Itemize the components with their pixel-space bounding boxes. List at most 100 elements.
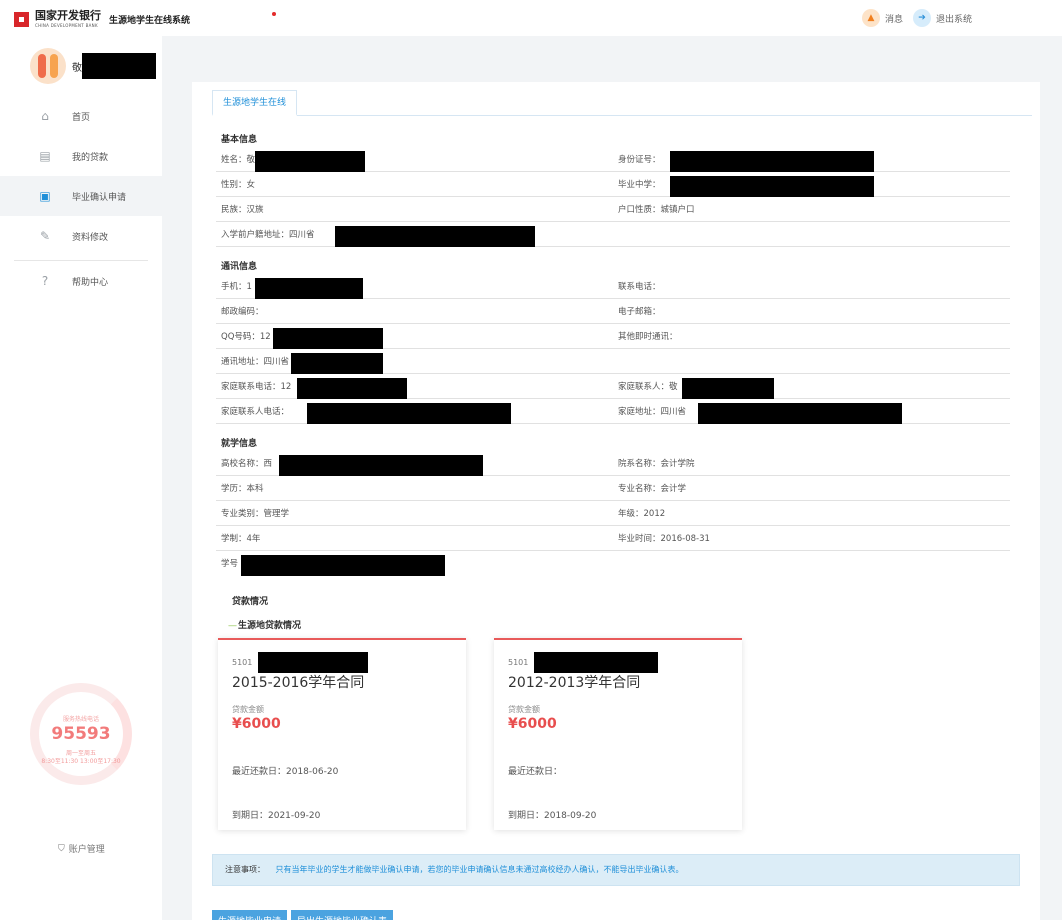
gender-field: 性别：女 [221,180,256,190]
notice-label: 注意事项： [225,865,265,874]
address-field: 通讯地址：四川省 [221,350,383,374]
sidebar-item-label: 资料修改 [72,232,109,243]
qq-value: QQ号码：12 [221,332,271,342]
contract-code: 5101 [508,652,658,673]
export-confirmation-button[interactable]: 导出生源地毕业确认表 [291,910,394,920]
avatar [30,48,66,84]
family-contact-phone-field: 家庭联系人电话： [221,400,511,424]
amount-label: 贷款金额 [232,705,264,714]
section-title-basic: 基本信息 [221,135,258,145]
hukou-address-field: 入学前户籍地址：四川省 [221,223,535,247]
tab-bar: 生源地学生在线 [212,90,1032,116]
sidebar: 敬 ⌂ 首页 ▤ 我的贷款 ▣ 毕业确认申请 ✎ 资料修改 ? 帮助中心 服务热… [0,36,162,920]
family-contact-value: 家庭联系人：敬 [618,382,678,392]
tab-student-online[interactable]: 生源地学生在线 [212,90,298,116]
messages-label: 消息 [884,14,903,25]
hotline-badge: 服务热线电话 95593 周一至周五 8:30至11:30 13:00至17:3… [30,683,132,785]
degree-field: 学历：本科 [221,484,264,494]
brand[interactable]: 国家开发银行 CHINA DEVELOPMENT BANK 生源地学生在线系统 [14,10,190,28]
redacted-block [307,403,511,424]
main-area: 生源地学生在线 基本信息 姓名：敬 身份证号： 性别：女 毕业中学： 民族：汉族… [162,36,1062,920]
address-value: 通讯地址：四川省 [221,357,290,367]
section-title-contact: 通讯信息 [221,262,258,272]
phone-field: 联系电话： [618,282,661,292]
contract-name: 2012-2013学年合同 [508,675,641,691]
messages-button[interactable]: ▲ 消息 [861,9,903,27]
id-number-value: 身份证号： [618,155,661,165]
info-row: 专业类别：管理学 年级：2012 [216,502,1010,526]
contract-code-value: 5101 [508,658,529,667]
hukou-address-value: 入学前户籍地址：四川省 [221,230,315,240]
hotline-hours-days: 周一至周五 [65,750,96,757]
notice-banner: 注意事项： 只有当年毕业的学生才能做毕业确认申请，若您的毕业申请确认信息未通过高… [212,854,1020,886]
redacted-block [682,378,774,399]
sidebar-item-graduation-confirm[interactable]: ▣ 毕业确认申请 [0,176,162,216]
contract-code: 5101 [232,652,368,673]
name-field: 姓名：敬 [221,148,365,172]
amount-value: ¥6000 [232,716,281,732]
loan-card[interactable]: 5101 2015-2016学年合同 贷款金额 ¥6000 最近还款日：2018… [218,638,466,830]
graduation-apply-button[interactable]: 生源地毕业申请 [212,910,288,920]
family-address-value: 家庭地址：四川省 [618,407,687,417]
family-phone-field: 家庭联系电话：12 [221,375,407,399]
sidebar-item-label: 毕业确认申请 [72,192,127,203]
school-value: 高校名称：西 [221,459,273,469]
redacted-block [335,226,535,247]
redacted-block [297,378,407,399]
redacted-block [670,176,874,197]
info-row: QQ号码：12 其他即时通讯： [216,325,1010,349]
section-title-study: 就学信息 [221,439,258,449]
sidebar-item-label: 我的贷款 [72,152,109,163]
hotline-number: 95593 [51,724,111,744]
redacted-block [534,652,658,673]
info-row: 学号 [216,552,1010,576]
sidebar-item-home[interactable]: ⌂ 首页 [0,96,162,136]
graduation-field: 毕业时间：2016-08-31 [618,534,710,544]
info-row: 学制：4年 毕业时间：2016-08-31 [216,527,1010,551]
loan-card[interactable]: 5101 2012-2013学年合同 贷款金额 ¥6000 最近还款日： 到期日… [494,638,742,830]
im-field: 其他即时通讯： [618,332,678,342]
document-icon: ▤ [39,149,51,163]
notice-text: 只有当年毕业的学生才能做毕业确认申请，若您的毕业申请确认信息未通过高校经办人确认… [275,865,684,874]
name-value: 姓名：敬 [221,155,256,165]
postcode-field: 邮政编码： [221,307,264,317]
user-profile[interactable]: 敬 [30,48,156,84]
redacted-block [291,353,383,374]
account-label: 账户管理 [68,845,105,855]
redacted-block [279,455,483,476]
sidebar-item-help[interactable]: ? 帮助中心 [0,261,162,301]
redacted-block [670,151,874,172]
ethnicity-field: 民族：汉族 [221,205,264,215]
redacted-block [698,403,902,424]
redacted-block [82,53,156,79]
brand-en: CHINA DEVELOPMENT BANK [35,23,98,28]
loan-section-title: 贷款情况 [232,597,269,607]
due-date: 到期日：2018-09-20 [508,811,597,821]
content-card: 生源地学生在线 基本信息 姓名：敬 身份证号： 性别：女 毕业中学： 民族：汉族… [192,82,1040,920]
info-row: 高校名称：西 院系名称：会计学院 [216,452,1010,476]
info-row: 学历：本科 专业名称：会计学 [216,477,1010,501]
family-address-field: 家庭地址：四川省 [618,400,902,424]
major-field: 专业名称：会计学 [618,484,687,494]
info-row: 姓名：敬 身份证号： [216,148,1010,172]
high-school-value: 毕业中学： [618,180,661,190]
top-actions: ▲ 消息 ➔ 退出系统 [861,9,972,27]
sidebar-item-my-loans[interactable]: ▤ 我的贷款 [0,136,162,176]
grade-field: 年级：2012 [618,509,666,519]
family-contact-field: 家庭联系人：敬 [618,375,774,399]
amount-value: ¥6000 [508,716,557,732]
bank-logo-icon [14,11,29,27]
logout-button[interactable]: ➔ 退出系统 [912,9,972,27]
bell-icon: ▲ [861,9,880,27]
redacted-block [255,278,363,299]
contract-code-value: 5101 [232,658,253,667]
logout-icon: ➔ [912,9,931,27]
brand-name: 国家开发银行 [35,9,101,22]
logout-label: 退出系统 [935,14,972,25]
mobile-field: 手机：1 [221,275,363,299]
info-row: 家庭联系人电话： 家庭地址：四川省 [216,400,1010,424]
sidebar-item-edit-profile[interactable]: ✎ 资料修改 [0,216,162,256]
high-school-field: 毕业中学： [618,173,874,197]
account-management-link[interactable]: ⛉ 账户管理 [58,842,105,856]
edit-icon: ✎ [39,229,51,243]
